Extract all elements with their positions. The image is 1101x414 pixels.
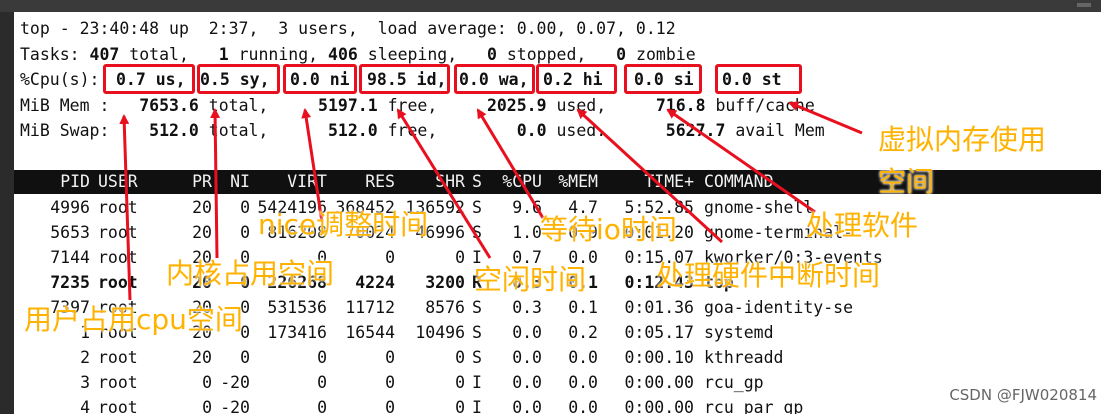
arrow-wa bbox=[476, 108, 545, 219]
annotation-arrows bbox=[119, 101, 863, 301]
annotation-ni: nice调整时间 bbox=[258, 208, 429, 241]
annotation-id: 空闲时间 bbox=[474, 263, 587, 296]
arrow-st bbox=[788, 101, 863, 135]
annotation-hi: 处理硬件中断时间 bbox=[656, 259, 881, 292]
annotation-us: 用户占用cpu空间 bbox=[24, 303, 243, 336]
annotation-sy: 内核占用空间 bbox=[166, 257, 335, 290]
arrow-us bbox=[119, 114, 132, 301]
arrow-sy bbox=[210, 108, 221, 259]
annotation-st-line1: 虚拟内存使用 bbox=[878, 123, 1047, 156]
arrow-si bbox=[666, 108, 816, 214]
annotation-si: 处理软件 bbox=[806, 209, 919, 242]
annotation-wa: 等待io时间 bbox=[540, 213, 677, 246]
watermark: CSDN @FJW020814 bbox=[949, 386, 1097, 404]
annotation-st-line2: 空间 bbox=[878, 165, 935, 198]
